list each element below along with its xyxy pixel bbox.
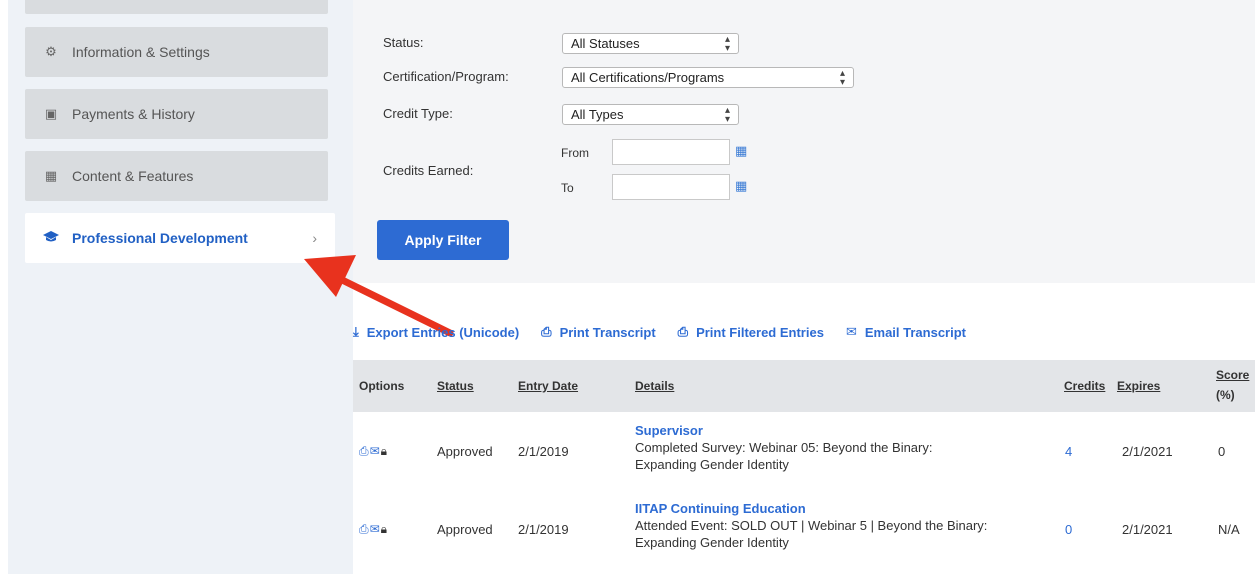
header-expires[interactable]: Expires xyxy=(1117,379,1160,393)
calendar-icon[interactable]: ▦ xyxy=(735,143,747,159)
row-title-link[interactable]: Supervisor xyxy=(635,422,995,439)
row-details: Supervisor Completed Survey: Webinar 05:… xyxy=(635,422,995,473)
sidebar-item-content-features[interactable]: ▦ Content & Features xyxy=(25,151,328,201)
select-arrows-icon: ▴ ▾ xyxy=(839,68,845,88)
print-filtered-entries-button[interactable]: ⎙ Print Filtered Entries xyxy=(678,324,824,340)
header-details[interactable]: Details xyxy=(635,379,674,393)
grid-icon: ▦ xyxy=(44,168,58,183)
chevron-right-icon: › xyxy=(312,230,317,246)
row-status: Approved xyxy=(437,444,493,459)
printer-icon: ⎙ xyxy=(677,324,689,339)
graduation-cap-icon xyxy=(42,230,60,246)
header-options: Options xyxy=(359,379,405,393)
envelope-icon[interactable]: ✉ xyxy=(370,444,381,458)
row-entry-date: 2/1/2019 xyxy=(518,522,569,537)
row-score: N/A xyxy=(1218,522,1240,537)
credits-earned-label: Credits Earned: xyxy=(383,163,474,178)
credit-type-select-value: All Types xyxy=(571,107,624,122)
table-row: ⎙✉🔒︎ Approved 2/1/2019 IITAP Continuing … xyxy=(353,490,1255,568)
header-score[interactable]: Score xyxy=(1216,368,1249,382)
header-entry-date[interactable]: Entry Date xyxy=(518,379,578,393)
printer-icon: ⎙ xyxy=(541,324,552,339)
status-select-value: All Statuses xyxy=(571,36,640,51)
row-credits-link[interactable]: 0 xyxy=(1065,522,1072,537)
print-transcript-label: Print Transcript xyxy=(559,324,656,340)
export-entries-label: Export Entries (Unicode) xyxy=(366,324,520,340)
sidebar-item-information-settings[interactable]: ⚙ Information & Settings xyxy=(25,27,328,77)
sidebar-item-payments-history[interactable]: ▣ Payments & History xyxy=(25,89,328,139)
envelope-icon[interactable]: ✉ xyxy=(370,522,381,536)
row-status: Approved xyxy=(437,522,493,537)
header-score-unit: (%) xyxy=(1216,388,1235,402)
money-icon: ▣ xyxy=(44,106,58,121)
row-expires: 2/1/2021 xyxy=(1122,522,1173,537)
status-label: Status: xyxy=(383,35,424,50)
from-label: From xyxy=(561,146,589,160)
header-status[interactable]: Status xyxy=(437,379,474,393)
download-icon: ⤓ xyxy=(353,324,359,339)
lock-icon: 🔒︎ xyxy=(380,522,389,536)
calendar-icon[interactable]: ▦ xyxy=(735,178,747,194)
row-detail-line2: Expanding Gender Identity xyxy=(635,535,789,550)
select-arrows-icon: ▴ ▾ xyxy=(724,105,730,125)
email-transcript-button[interactable]: ✉ Email Transcript xyxy=(846,324,966,340)
row-credits-link[interactable]: 4 xyxy=(1065,444,1072,459)
certification-label: Certification/Program: xyxy=(383,69,509,84)
certification-select[interactable]: All Certifications/Programs ▴ ▾ xyxy=(562,67,854,88)
row-expires: 2/1/2021 xyxy=(1122,444,1173,459)
row-score: 0 xyxy=(1218,444,1226,459)
sidebar-item-top-partial[interactable] xyxy=(25,0,328,14)
screen: ⚙ Information & Settings ▣ Payments & Hi… xyxy=(0,0,1255,574)
sidebar-item-label: Payments & History xyxy=(72,106,195,122)
to-label: To xyxy=(561,181,574,195)
transcript-toolbar: ⤓ Export Entries (Unicode) ⎙ Print Trans… xyxy=(353,321,988,343)
credits-from-input[interactable] xyxy=(612,139,730,165)
credit-type-select[interactable]: All Types ▴ ▾ xyxy=(562,104,739,125)
credits-to-input[interactable] xyxy=(612,174,730,200)
header-credits[interactable]: Credits xyxy=(1064,379,1105,393)
table-header: Options Status Entry Date Details Credit… xyxy=(353,360,1255,412)
row-detail-line1: Completed Survey: Webinar 05: Beyond the… xyxy=(635,440,933,455)
row-actions: ⎙✉🔒︎ xyxy=(359,444,388,459)
status-select[interactable]: All Statuses ▴ ▾ xyxy=(562,33,739,54)
email-transcript-label: Email Transcript xyxy=(864,324,966,340)
row-details: IITAP Continuing Education Attended Even… xyxy=(635,500,995,551)
sidebar-item-label: Professional Development xyxy=(72,230,248,246)
gears-icon: ⚙ xyxy=(45,44,57,59)
lock-icon: 🔒︎ xyxy=(380,444,389,458)
print-transcript-button[interactable]: ⎙ Print Transcript xyxy=(541,324,655,340)
credit-type-label: Credit Type: xyxy=(383,106,453,121)
envelope-icon: ✉ xyxy=(845,324,857,339)
row-detail-line1: Attended Event: SOLD OUT | Webinar 5 | B… xyxy=(635,518,988,533)
printer-icon[interactable]: ⎙ xyxy=(359,444,370,458)
row-detail-line2: Expanding Gender Identity xyxy=(635,457,789,472)
sidebar-item-professional-development[interactable]: Professional Development › xyxy=(25,213,335,263)
row-actions: ⎙✉🔒︎ xyxy=(359,522,388,537)
certification-select-value: All Certifications/Programs xyxy=(571,70,725,85)
row-title-link[interactable]: IITAP Continuing Education xyxy=(635,500,995,517)
export-entries-button[interactable]: ⤓ Export Entries (Unicode) xyxy=(353,324,519,340)
print-filtered-label: Print Filtered Entries xyxy=(696,324,824,340)
select-arrows-icon: ▴ ▾ xyxy=(724,34,730,54)
sidebar-item-label: Information & Settings xyxy=(72,44,210,60)
table-row: ⎙✉🔒︎ Approved 2/1/2019 Supervisor Comple… xyxy=(353,412,1255,490)
row-entry-date: 2/1/2019 xyxy=(518,444,569,459)
sidebar-item-label: Content & Features xyxy=(72,168,194,184)
printer-icon[interactable]: ⎙ xyxy=(359,522,370,536)
